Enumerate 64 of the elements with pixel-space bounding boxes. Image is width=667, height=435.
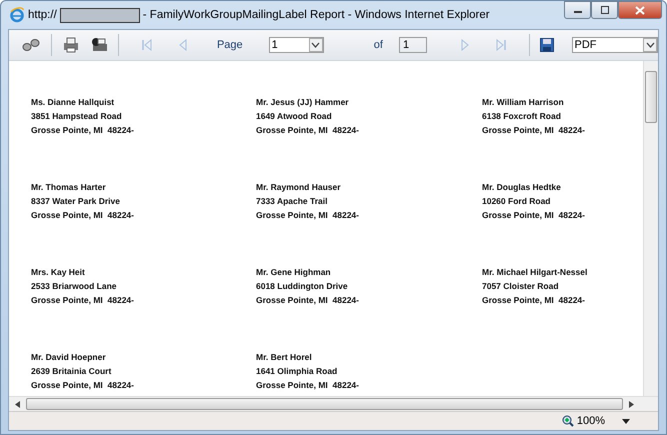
zoom-icon [562,415,574,427]
vertical-scrollbar[interactable] [643,61,658,396]
scroll-thumb[interactable] [645,71,657,123]
left-arrow-icon[interactable] [15,400,20,408]
of-label: of [374,39,383,51]
caret-icon[interactable] [622,418,630,424]
address-line: Grosse Pointe, MI 48224- [31,294,135,307]
scroll-thumb[interactable] [26,398,623,410]
caret-icon [308,38,323,52]
left-arrow-icon [176,39,189,51]
address-line: 3851 Hampstead Road [31,110,123,123]
browser-logo-icon [9,7,25,23]
address-line: Grosse Pointe, MI 48224- [256,294,360,307]
address-line: Mr. Thomas Harter [31,181,107,194]
window-title: http:// [28,9,57,21]
horizontal-scrollbar[interactable] [9,396,658,411]
address-line: 1641 Olimphia Road [256,365,338,378]
address-line: 8337 Water Park Drive [31,195,121,208]
address-line: Grosse Pointe, MI 48224- [31,124,135,137]
printer-page-icon [90,37,108,53]
address-line: 2533 Briarwood Lane [31,280,118,293]
address-line: 1649 Atwood Road [256,110,333,123]
address-line: Mr. Jesus (JJ) Hammer [256,96,350,109]
last-arrow-icon [494,39,507,51]
export-format-select[interactable]: PDF [572,37,658,53]
address-line: Mrs. Kay Heit [31,266,86,279]
address-line: Mr. William Harrison [482,96,565,109]
right-arrow-icon [458,39,471,51]
address-line: Mr. Raymond Hauser [256,181,342,194]
maximize-icon [600,6,610,14]
address-line: Mr. Michael Hilgart-Nessel [482,266,588,279]
address-line: Mr. Gene Highman [256,266,332,279]
close-button[interactable] [618,1,662,19]
address-line: 10260 Ford Road [482,195,552,208]
address-line: Grosse Pointe, MI 48224- [482,209,586,222]
address-line: 6018 Luddington Drive [256,280,349,293]
caret-icon [643,38,658,52]
address-line: Grosse Pointe, MI 48224- [256,209,360,222]
minimize-button[interactable] [564,1,591,19]
zoom-level[interactable]: 100% [576,415,605,427]
address-line: Grosse Pointe, MI 48224- [31,209,135,222]
maximize-button[interactable] [591,1,618,19]
address-line: Grosse Pointe, MI 48224- [31,379,135,392]
address-line: Grosse Pointe, MI 48224- [256,379,360,392]
binoculars-icon [22,39,40,51]
page-select[interactable]: 1 [268,37,324,53]
address-line: 2639 Britainia Court [31,365,112,378]
address-line: 7057 Cloister Road [482,280,560,293]
address-line: Mr. Douglas Hedtke [482,181,562,194]
printer-icon [62,37,80,53]
address-line: Grosse Pointe, MI 48224- [256,124,360,137]
first-arrow-icon [140,39,153,51]
right-arrow-icon[interactable] [629,400,634,408]
address-line: 6138 Foxcroft Road [482,110,562,123]
address-line: Grosse Pointe, MI 48224- [482,294,586,307]
page-count-field[interactable]: 1 [398,37,427,53]
address-line: 7333 Apache Trail [256,195,329,208]
address-line: Ms. Dianne Hallquist [31,96,116,109]
page-label: Page [216,39,243,51]
address-line: Grosse Pointe, MI 48224- [482,124,586,137]
address-line: Mr. Bert Horel [256,351,313,364]
window-title: - FamilyWorkGroupMailingLabel Report - Windows Internet Explorer [142,9,490,21]
address-line: Mr. David Hoepner [31,351,107,364]
close-icon [635,6,645,14]
